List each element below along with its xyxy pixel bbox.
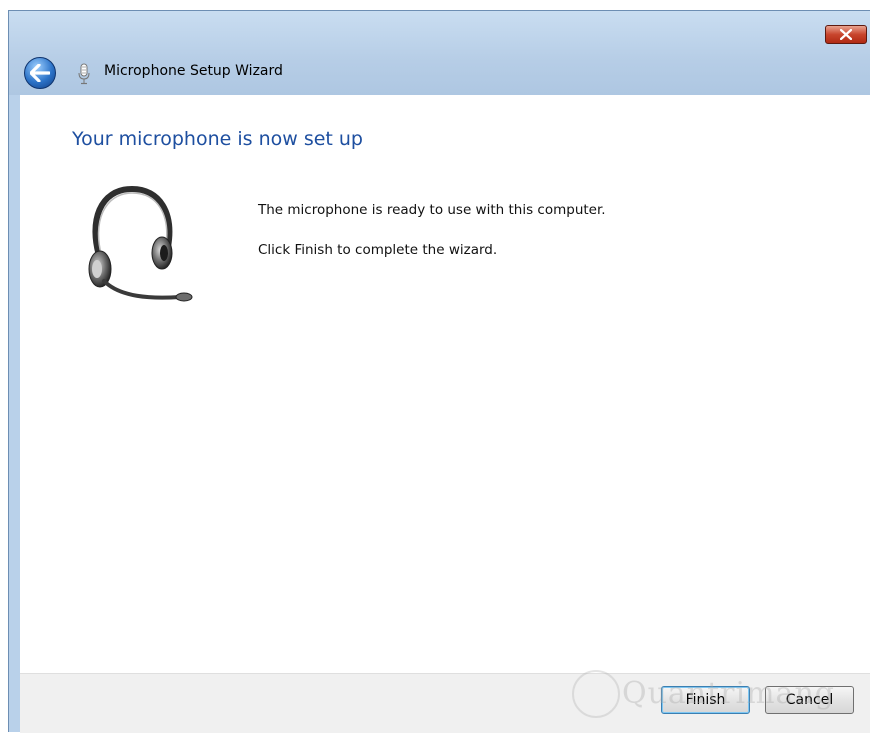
page-heading: Your microphone is now set up [72, 128, 363, 150]
button-bar: Finish Cancel [20, 673, 870, 733]
cancel-button[interactable]: Cancel [765, 686, 854, 714]
microphone-icon [78, 63, 90, 85]
close-button[interactable] [825, 25, 867, 44]
back-button[interactable] [24, 57, 56, 89]
headset-icon [88, 185, 193, 302]
wizard-content: Your microphone is now set up The microp… [20, 95, 870, 673]
ready-message: The microphone is ready to use with this… [258, 202, 606, 218]
window-title: Microphone Setup Wizard [104, 63, 283, 79]
wizard-window: Microphone Setup Wizard Your microphone … [8, 10, 870, 733]
finish-button[interactable]: Finish [661, 686, 750, 714]
back-arrow-icon [30, 64, 50, 82]
title-bar: Microphone Setup Wizard [9, 11, 870, 95]
finish-instruction: Click Finish to complete the wizard. [258, 242, 498, 258]
close-icon [840, 29, 852, 40]
